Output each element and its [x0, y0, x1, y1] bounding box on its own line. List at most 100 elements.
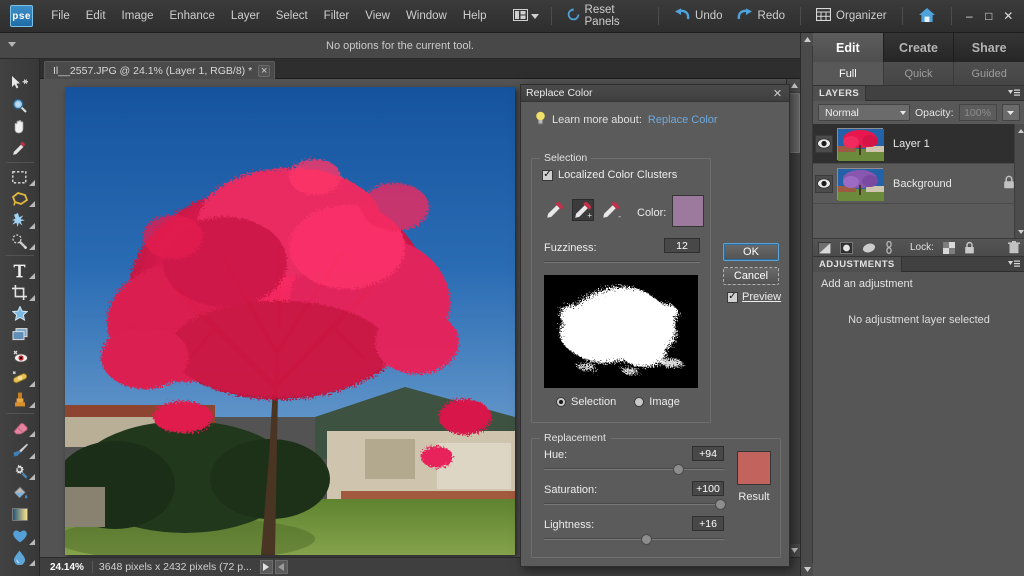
layout-chooser-button[interactable] — [509, 7, 543, 26]
smart-brush-tool[interactable] — [3, 461, 37, 482]
clone-stamp-tool[interactable] — [3, 389, 37, 410]
hue-slider-knob[interactable] — [672, 464, 684, 475]
layer-row[interactable]: Background — [813, 164, 1024, 204]
new-layer-icon[interactable] — [818, 241, 831, 254]
preview-checkbox-row[interactable]: ✓ Preview — [727, 291, 781, 303]
subtab-full[interactable]: Full — [813, 62, 884, 85]
menu-filter[interactable]: Filter — [316, 6, 358, 26]
panel-menu-icon[interactable] — [1008, 260, 1024, 269]
zoom-level[interactable]: 24.14% — [40, 562, 92, 573]
magic-wand-tool[interactable] — [3, 210, 37, 231]
undo-button[interactable]: Undo — [667, 5, 730, 27]
status-play-button[interactable] — [259, 560, 273, 574]
maximize-button[interactable]: □ — [979, 6, 998, 26]
gradient-tool[interactable] — [3, 504, 37, 525]
hue-slider-track[interactable] — [544, 464, 724, 475]
tab-share[interactable]: Share — [954, 33, 1024, 62]
radio-button[interactable] — [556, 397, 566, 407]
document-tab[interactable]: Il__2557.JPG @ 24.1% (Layer 1, RGB/8) * … — [44, 61, 276, 79]
home-button[interactable] — [911, 4, 943, 29]
selection-preview[interactable] — [544, 275, 698, 388]
panel-menu-icon[interactable] — [1008, 89, 1024, 98]
radio-button[interactable] — [634, 397, 645, 407]
link-layers-icon[interactable] — [885, 241, 893, 254]
saturation-slider-knob[interactable] — [714, 499, 726, 510]
crop-tool[interactable] — [3, 282, 37, 303]
opacity-dropdown-button[interactable] — [1001, 104, 1020, 121]
healing-brush-tool[interactable] — [3, 368, 37, 389]
type-tool[interactable] — [3, 260, 37, 281]
tab-edit[interactable]: Edit — [813, 33, 884, 62]
red-eye-tool[interactable] — [3, 346, 37, 367]
hand-tool[interactable] — [3, 116, 37, 137]
blur-tool[interactable] — [3, 547, 37, 568]
menu-layer[interactable]: Layer — [223, 6, 268, 26]
replace-color-help-link[interactable]: Replace Color — [648, 114, 718, 126]
localized-color-clusters-row[interactable]: ✓ Localized Color Clusters — [542, 169, 677, 181]
shape-tool[interactable] — [3, 526, 37, 547]
layers-scroll-up-icon[interactable] — [1015, 124, 1024, 137]
menu-view[interactable]: View — [357, 6, 398, 26]
lock-transparency-icon[interactable] — [942, 241, 955, 254]
close-button[interactable]: ✕ — [999, 6, 1018, 26]
bin-scroll-up-icon[interactable] — [801, 33, 813, 46]
options-expand-icon[interactable] — [8, 42, 16, 47]
dialog-title-bar[interactable]: Replace Color ✕ — [521, 85, 789, 102]
subtab-quick[interactable]: Quick — [884, 62, 955, 85]
adjustment-layer-icon[interactable] — [840, 241, 853, 254]
menu-enhance[interactable]: Enhance — [162, 6, 223, 26]
layers-scroll-down-icon[interactable] — [1015, 225, 1024, 238]
saturation-input[interactable]: +100 — [692, 481, 724, 496]
blend-mode-select[interactable]: Normal — [818, 104, 910, 121]
menu-select[interactable]: Select — [268, 6, 316, 26]
subtab-guided[interactable]: Guided — [954, 62, 1024, 85]
image-canvas[interactable] — [65, 87, 515, 555]
minimize-button[interactable]: – — [960, 6, 979, 26]
fuzziness-slider-track[interactable] — [544, 261, 700, 370]
cancel-button[interactable]: Cancel — [723, 267, 779, 285]
menu-edit[interactable]: Edit — [78, 6, 114, 26]
hue-input[interactable]: +94 — [692, 446, 724, 461]
paint-bucket-tool[interactable] — [3, 483, 37, 504]
status-nav-button[interactable] — [274, 560, 288, 574]
redo-button[interactable]: Redo — [730, 5, 793, 27]
lasso-tool[interactable] — [3, 188, 37, 209]
preview-checkbox[interactable]: ✓ — [727, 291, 738, 303]
eye-icon[interactable] — [815, 134, 833, 153]
trash-icon[interactable] — [1008, 241, 1020, 254]
lightness-input[interactable]: +16 — [692, 516, 724, 531]
eye-icon[interactable] — [815, 174, 833, 193]
eyedropper-add[interactable]: + — [572, 199, 594, 221]
tab-create[interactable]: Create — [883, 33, 955, 62]
selection-brush-tool[interactable] — [3, 231, 37, 252]
menu-help[interactable]: Help — [455, 6, 495, 26]
cookie-cutter-tool[interactable] — [3, 303, 37, 324]
lightness-slider-knob[interactable] — [641, 534, 653, 545]
localized-color-clusters-checkbox[interactable]: ✓ — [542, 169, 553, 181]
eyedropper-tool[interactable] — [3, 138, 37, 159]
move-tool[interactable] — [3, 73, 37, 94]
menu-image[interactable]: Image — [114, 6, 162, 26]
selected-color-swatch[interactable] — [672, 195, 704, 227]
ok-button[interactable]: OK — [723, 243, 779, 261]
add-adjustment-label[interactable]: Add an adjustment — [813, 272, 1024, 290]
saturation-slider-track[interactable] — [544, 499, 726, 510]
lightness-slider-track[interactable] — [544, 534, 724, 545]
straighten-tool[interactable] — [3, 325, 37, 346]
lock-all-icon[interactable] — [964, 241, 975, 254]
layers-scrollbar[interactable] — [1014, 124, 1024, 238]
eraser-tool[interactable] — [3, 418, 37, 439]
menu-file[interactable]: File — [43, 6, 78, 26]
brush-tool[interactable] — [3, 440, 37, 461]
radio-selection[interactable]: Selection — [556, 396, 616, 408]
radio-image[interactable]: Image — [634, 396, 680, 408]
organizer-button[interactable]: Organizer — [809, 5, 894, 27]
marquee-tool[interactable] — [3, 167, 37, 188]
menu-window[interactable]: Window — [398, 6, 455, 26]
layer-mask-icon[interactable] — [862, 242, 876, 254]
opacity-input[interactable]: 100% — [958, 104, 997, 121]
eyedropper-sample[interactable] — [544, 199, 566, 221]
close-icon[interactable]: × — [258, 64, 271, 77]
close-icon[interactable]: ✕ — [771, 87, 784, 100]
panel-bin-scrollbar[interactable] — [801, 33, 813, 576]
